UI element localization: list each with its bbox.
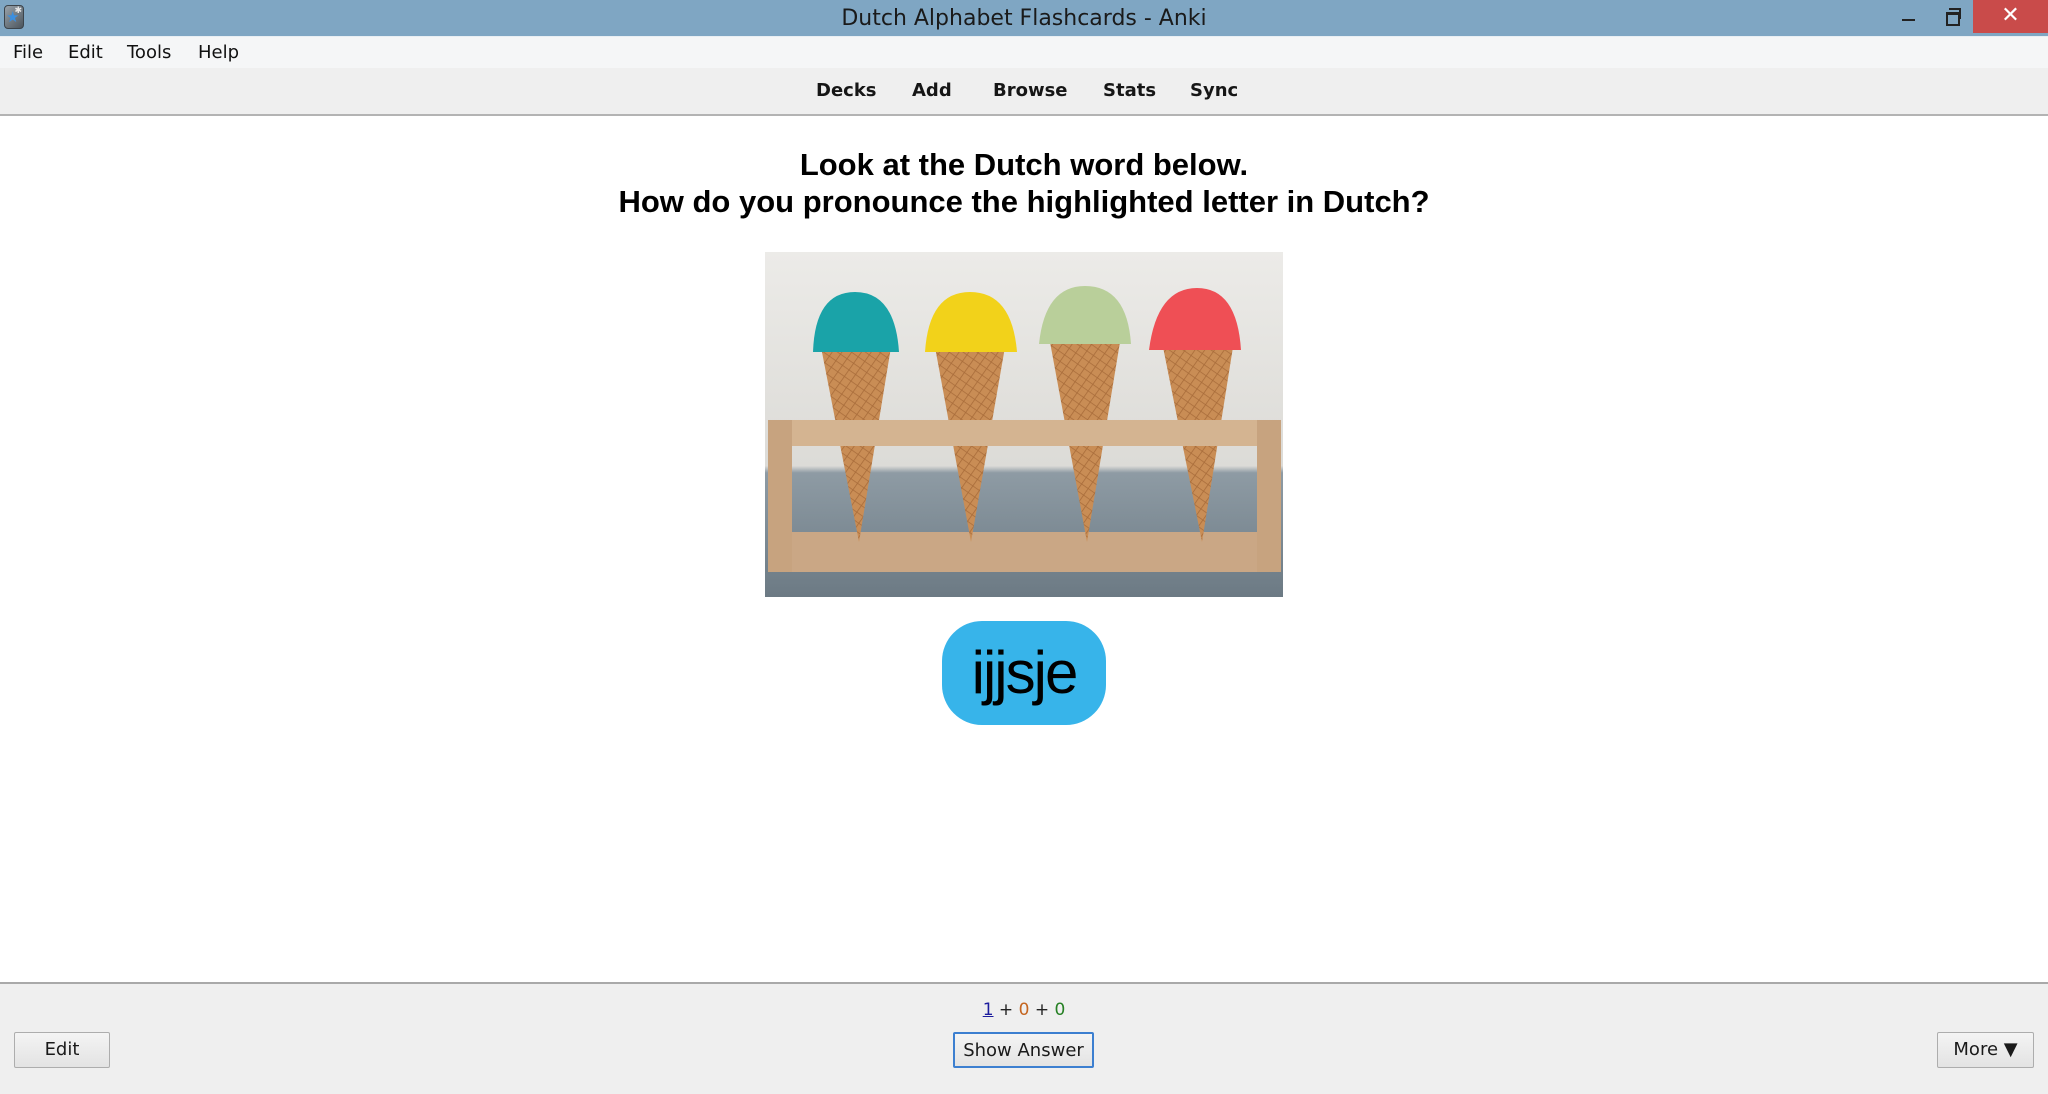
bottom-bar: 1 + 0 + 0 Edit Show Answer More ▼	[0, 982, 2048, 1094]
question-line-2: How do you pronounce the highlighted let…	[618, 184, 1430, 219]
menu-tools[interactable]: Tools	[127, 37, 171, 69]
question-line-1: Look at the Dutch word below.	[799, 147, 1249, 182]
card-view: Look at the Dutch word below. How do you…	[0, 118, 2048, 982]
toolbar-decks-link[interactable]: Decks	[816, 80, 877, 101]
window-title: Dutch Alphabet Flashcards - Anki	[841, 6, 1207, 31]
menu-help[interactable]: Help	[198, 37, 239, 69]
toolbar-sync-link[interactable]: Sync	[1190, 80, 1238, 101]
close-button[interactable]: ✕	[1973, 0, 2048, 33]
review-count: 0	[1054, 1000, 1066, 1020]
due-counts: 1 + 0 + 0	[0, 1000, 2048, 1020]
count-separator: +	[1034, 1000, 1050, 1020]
learning-count: 0	[1018, 1000, 1030, 1020]
ice-cream-illustration	[765, 252, 1283, 597]
main-toolbar: Decks Add Browse Stats Sync	[0, 68, 2048, 116]
stand-crossbar	[792, 420, 1257, 446]
toolbar-stats-link[interactable]: Stats	[1103, 80, 1156, 101]
minimize-button[interactable]	[1889, 0, 1927, 33]
card-question: Look at the Dutch word below. How do you…	[0, 146, 2048, 220]
count-separator: +	[998, 1000, 1014, 1020]
toolbar-add-link[interactable]: Add	[912, 80, 952, 101]
more-button[interactable]: More ▼	[1937, 1032, 2034, 1068]
menu-file[interactable]: File	[13, 37, 43, 69]
menu-bar: File Edit Tools Help	[0, 36, 2048, 68]
show-answer-button[interactable]: Show Answer	[953, 1032, 1094, 1068]
ice-cream-image	[765, 252, 1283, 597]
dutch-word-badge: ijjsje	[942, 621, 1106, 725]
menu-edit[interactable]: Edit	[68, 37, 103, 69]
restore-button[interactable]	[1930, 0, 1970, 33]
edit-button[interactable]: Edit	[14, 1032, 110, 1068]
new-count: 1	[982, 1000, 994, 1020]
toolbar-browse-link[interactable]: Browse	[993, 80, 1068, 101]
close-icon: ✕	[2001, 3, 2020, 28]
title-bar: Dutch Alphabet Flashcards - Anki ✕	[0, 0, 2048, 36]
